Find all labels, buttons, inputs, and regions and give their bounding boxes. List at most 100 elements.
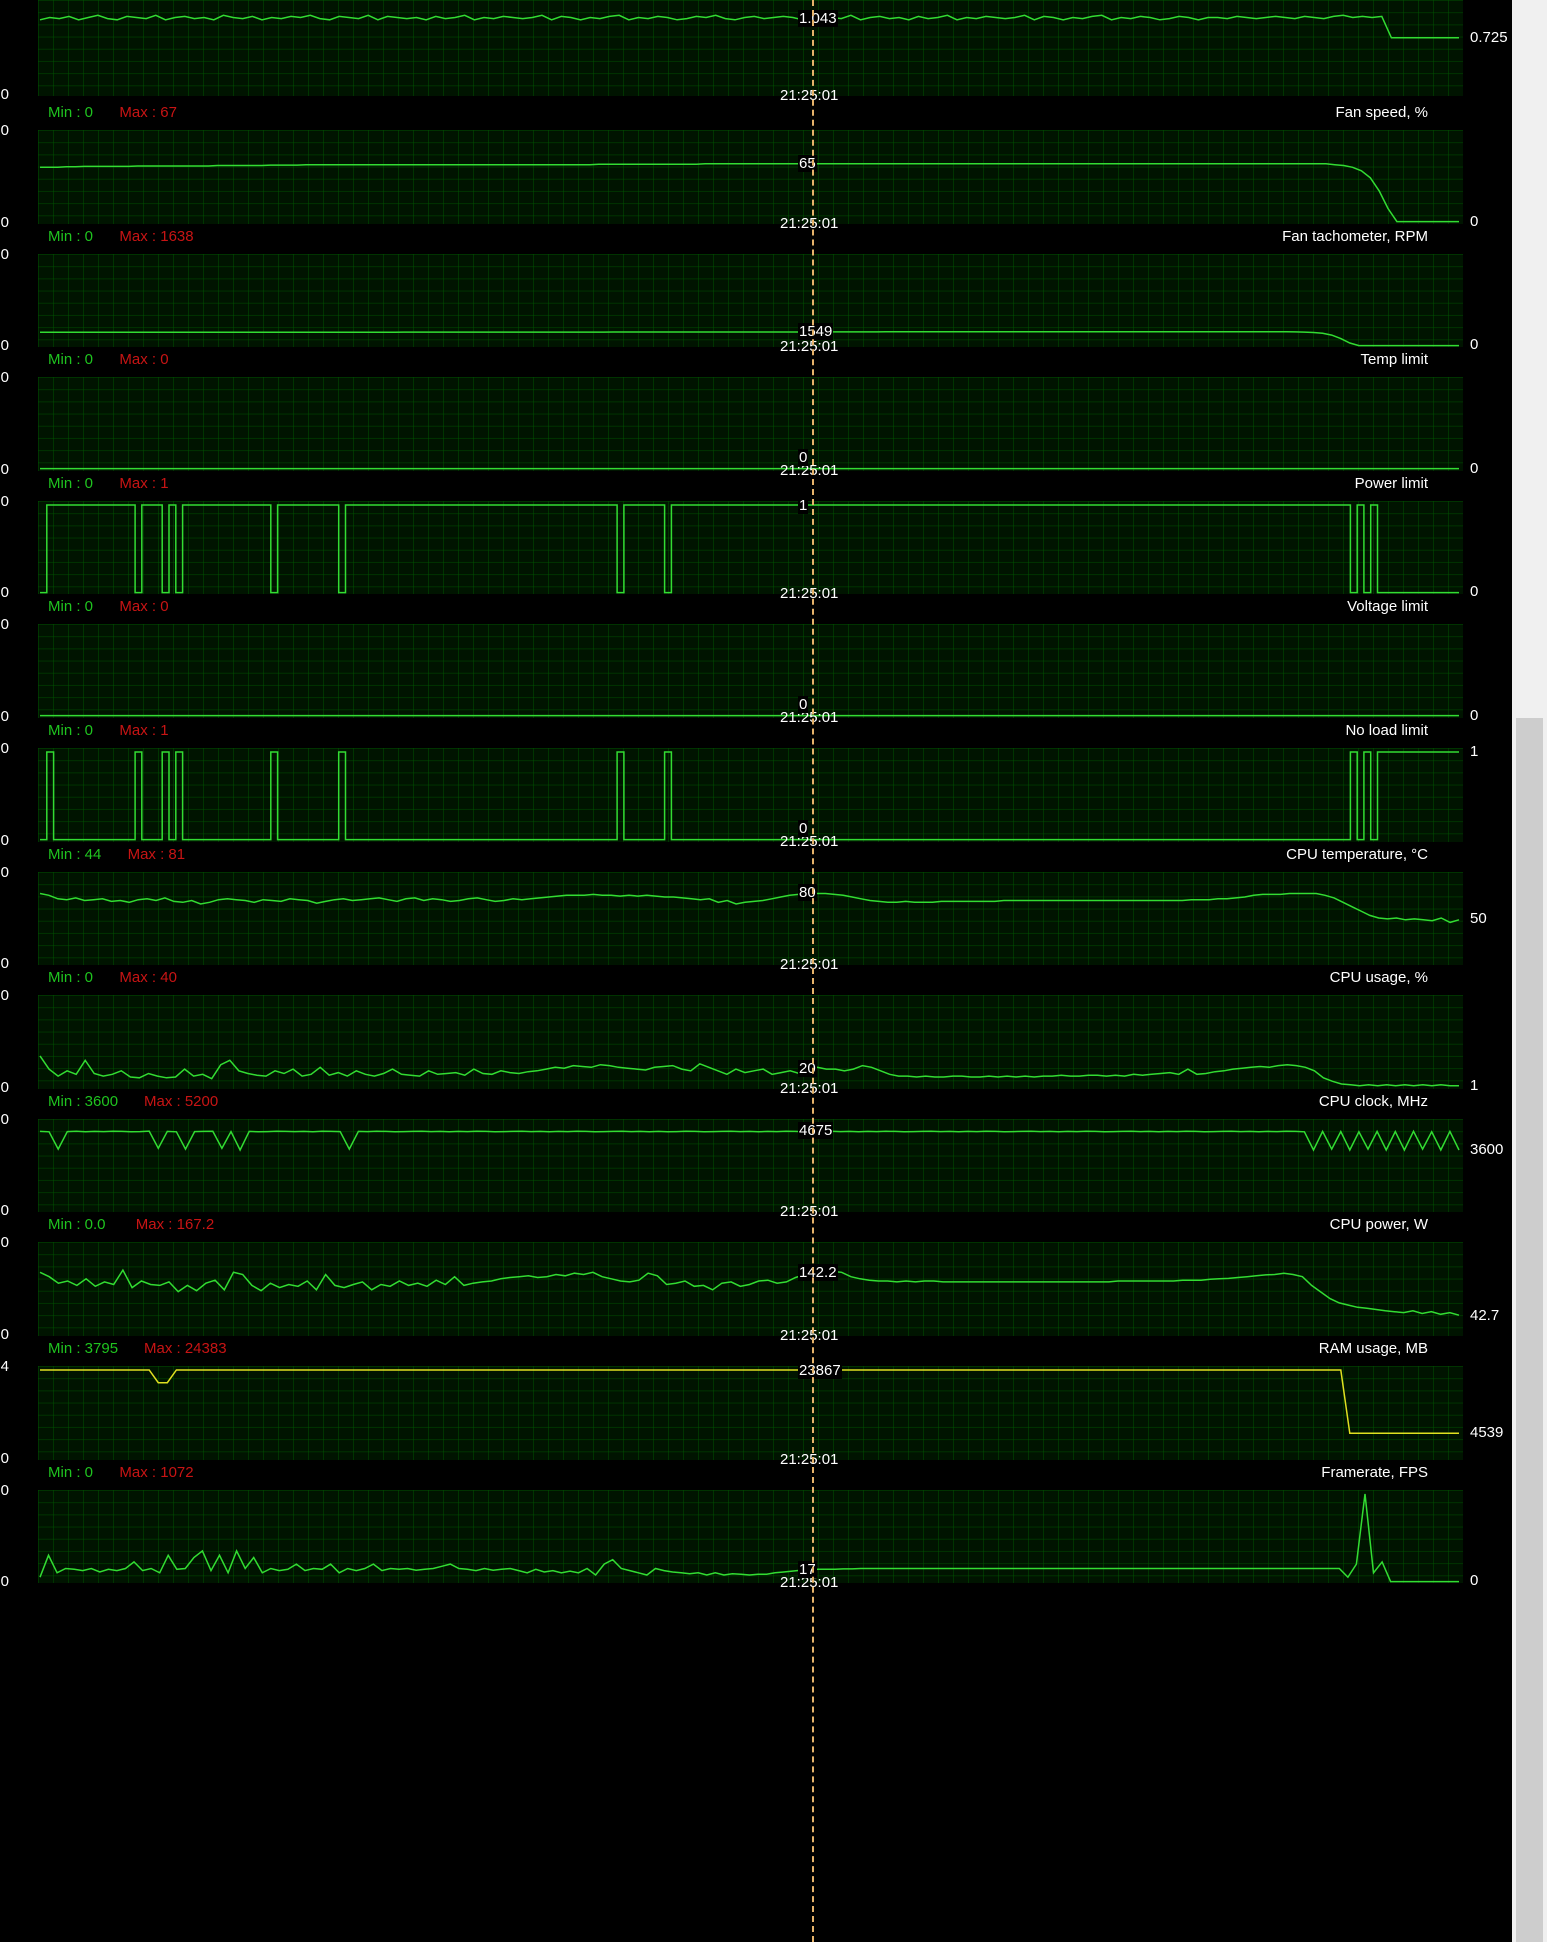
plot-area: [38, 1242, 1463, 1336]
current-value-label: 65: [798, 154, 817, 172]
min-label: Min : 3600: [48, 1092, 119, 1110]
plot-area: [38, 1118, 1463, 1213]
series-svg: [40, 751, 1459, 841]
min-label: Min : 0: [48, 969, 94, 987]
last-value-label: 42.7: [1470, 1306, 1500, 1324]
max-label: Max : 81: [127, 845, 186, 863]
last-value-label: 50: [1470, 910, 1487, 928]
series-line: [40, 330, 1459, 346]
max-label: Max : 1638: [119, 227, 194, 245]
y-axis-max-label: 100: [0, 987, 9, 1005]
cursor-time-label: 21:25:01: [780, 1327, 839, 1344]
max-label: Max : 40: [119, 969, 177, 987]
cursor-time-label: 21:25:01: [780, 1450, 839, 1468]
plot-area: [38, 500, 1463, 595]
plot-area: [38, 253, 1463, 348]
max-label: Max : 0: [119, 351, 169, 369]
scrollbar-thumb[interactable]: [1516, 718, 1543, 1942]
y-axis-min-label: 0.0: [0, 708, 9, 725]
y-axis-min-label: 0: [0, 1449, 9, 1467]
series-svg: [39, 1055, 1459, 1087]
y-axis-max-label: 100: [0, 122, 9, 139]
min-label: Min : 3795: [48, 1340, 119, 1357]
max-label: Max : 1: [119, 722, 169, 739]
chart-title: CPU temperature, °C: [1286, 845, 1428, 863]
cursor-time-label: 21:25:01: [780, 1203, 839, 1221]
cursor-time-label: 21:25:01: [780, 956, 839, 974]
max-label: Max : 67: [119, 104, 177, 121]
current-value-label: 0: [798, 696, 809, 713]
series-svg: [40, 468, 1459, 470]
vertical-scrollbar[interactable]: [1512, 0, 1547, 1942]
last-value-label: 1: [1470, 743, 1479, 760]
y-axis-min-label: 0: [0, 337, 9, 355]
min-label: Min : 0: [48, 474, 94, 492]
cursor-time-label: 21:25:01: [780, 87, 839, 104]
hardware-monitor: 0 21:25:01 1.043 0.725 Min : 0 Max : 67 Fan sp…: [0, 0, 1512, 1942]
cursor-time-label: 21:25:01: [780, 214, 839, 232]
series-svg: [40, 715, 1459, 717]
plot-area: [38, 1489, 1463, 1584]
y-axis-min-label: 0: [0, 213, 9, 231]
min-label: Min : 0: [48, 351, 94, 369]
current-value-label: 23867: [798, 1362, 842, 1379]
y-axis-max-label: 200: [0, 1481, 9, 1499]
series-line: [39, 1268, 1460, 1317]
series-svg: [39, 1129, 1460, 1152]
last-value-label: 0: [1470, 336, 1479, 354]
y-axis-max-label: 1.0: [0, 740, 9, 757]
chart-title: RAM usage, MB: [1318, 1340, 1428, 1357]
current-value-label: 17: [798, 1560, 817, 1578]
y-axis-max-label: 1.0: [0, 492, 9, 510]
max-label: Max : 24383: [144, 1340, 227, 1357]
current-value-label: 0: [798, 448, 809, 466]
last-value-label: 4539: [1470, 1424, 1504, 1442]
chart-title: CPU power, W: [1329, 1216, 1428, 1234]
chart-title: Voltage limit: [1347, 598, 1428, 616]
cursor-time-label: 21:25:01: [780, 338, 839, 356]
last-value-label: 0: [1470, 583, 1479, 601]
min-label: Min : 0: [48, 598, 94, 616]
current-value-label: 142.2: [798, 1263, 838, 1281]
y-axis-min-label: 0: [0, 86, 9, 103]
current-value-label: 1549: [798, 322, 834, 340]
plot-area: [38, 130, 1463, 224]
max-label: Max : 1: [119, 474, 169, 492]
last-value-label: 0: [1470, 707, 1479, 724]
series-svg: [39, 1268, 1460, 1317]
plot-area: [38, 1366, 1463, 1460]
last-value-label: 0: [1470, 212, 1479, 230]
series-line: [39, 1129, 1460, 1152]
y-axis-min-label: 0: [0, 1326, 9, 1343]
series-line: [39, 14, 1459, 39]
min-label: Min : 0.0: [48, 1216, 106, 1234]
current-value-label: 1.043: [798, 9, 838, 27]
current-value-label: 0: [798, 819, 809, 837]
cursor-time-label: 21:25:01: [780, 709, 839, 726]
chart-title: Framerate, FPS: [1321, 1463, 1428, 1481]
chart-title: Fan speed, %: [1335, 104, 1428, 121]
current-value-label: 1: [798, 496, 809, 514]
series-svg: [40, 330, 1459, 346]
min-label: Min : 44: [48, 845, 102, 863]
y-axis-max-label: 1.0: [0, 616, 9, 634]
series-svg: [40, 504, 1459, 594]
y-axis-max-label: 100: [0, 863, 9, 881]
chart-title: Temp limit: [1360, 351, 1428, 369]
cursor-time-label: 21:25:01: [780, 585, 839, 603]
chart-title: No load limit: [1345, 722, 1428, 739]
y-axis-min-label: 0: [0, 1573, 9, 1591]
y-axis-min-label: 0.0: [0, 460, 9, 478]
plot-area: [38, 377, 1463, 471]
series-line: [40, 751, 1459, 841]
last-value-label: 0: [1470, 459, 1479, 477]
cursor-time-label: 21:25:01: [780, 832, 839, 850]
chart-title: CPU usage, %: [1329, 969, 1428, 987]
last-value-label: 3600: [1470, 1140, 1504, 1158]
series-svg: [39, 14, 1459, 39]
series-line: [40, 504, 1459, 594]
min-label: Min : 0: [48, 104, 94, 121]
y-axis-max-label: 16384: [0, 1358, 9, 1375]
max-label: Max : 5200: [144, 1092, 219, 1110]
chart-title: Fan tachometer, RPM: [1282, 227, 1428, 245]
